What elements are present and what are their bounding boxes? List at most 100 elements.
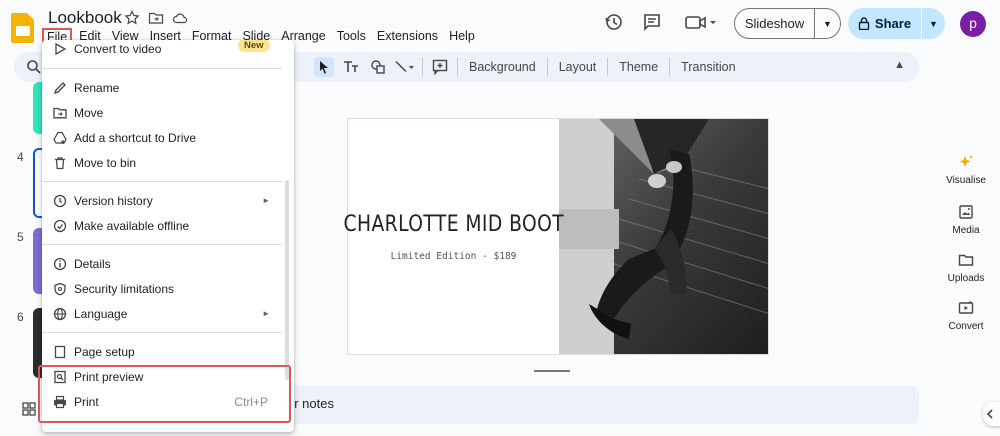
collapse-toolbar-icon[interactable]: ▲ (894, 59, 905, 71)
page-icon (52, 344, 68, 360)
menu-item-move[interactable]: Move (42, 100, 282, 125)
slide-number: 5 (17, 230, 24, 244)
menu-help[interactable]: Help (445, 28, 479, 46)
submenu-arrow-icon: ► (262, 309, 270, 318)
convert-video-icon (958, 300, 974, 314)
menu-item-label: Version history (74, 193, 153, 208)
slide-heading[interactable]: CHARLOTTE MID BOOT (343, 212, 564, 237)
menu-item-label: Details (74, 256, 111, 271)
menu-divider (42, 181, 282, 182)
menu-divider (42, 244, 282, 245)
uploads-button[interactable]: Uploads (932, 252, 1000, 284)
menu-item-details[interactable]: Details (42, 251, 282, 276)
account-avatar[interactable]: p (960, 11, 986, 37)
search-menus-icon[interactable] (26, 59, 42, 75)
menu-divider (42, 332, 282, 333)
select-tool[interactable] (314, 57, 334, 77)
menu-item-label: Page setup (74, 344, 135, 359)
cloud-status-icon[interactable] (172, 10, 188, 26)
insert-comment-tool[interactable] (430, 57, 450, 77)
side-panel-toggle[interactable] (983, 402, 1000, 426)
offline-icon (52, 218, 68, 234)
title-icons (124, 10, 188, 26)
slide-number: 6 (17, 310, 24, 324)
visualise-button[interactable]: Visualise (932, 154, 1000, 186)
document-title[interactable]: Lookbook (48, 8, 122, 28)
menu-item-make-offline[interactable]: Make available offline (42, 213, 282, 238)
grid-view-icon[interactable] (22, 402, 36, 416)
boot-photo[interactable] (559, 119, 768, 354)
media-button[interactable]: Media (932, 204, 1000, 236)
slideshow-dropdown-icon[interactable]: ▼ (815, 19, 840, 29)
menu-item-move-to-bin[interactable]: Move to bin (42, 150, 282, 175)
share-main[interactable]: Share (848, 8, 922, 39)
menu-item-label: Move to bin (74, 155, 137, 170)
menu-scrollbar[interactable] (285, 180, 289, 380)
convert-label: Convert (948, 321, 984, 332)
shape-tool[interactable] (368, 57, 388, 77)
trash-icon (52, 155, 68, 171)
submenu-arrow-icon: ► (262, 196, 270, 205)
menu-item-page-setup[interactable]: Page setup (42, 339, 282, 364)
line-tool[interactable] (395, 57, 415, 77)
menu-item-rename[interactable]: Rename (42, 75, 282, 100)
history-icon (52, 193, 68, 209)
slideshow-button[interactable]: Slideshow ▼ (734, 8, 841, 39)
slide-number: 4 (17, 150, 24, 164)
menu-item-label: Move (74, 105, 104, 120)
slides-logo-icon[interactable] (10, 11, 36, 45)
menu-item-label: Convert to video (74, 41, 162, 56)
star-icon[interactable] (124, 10, 140, 26)
pencil-icon (52, 80, 68, 96)
slide-text-panel: CHARLOTTE MID BOOT Limited Edition - $18… (343, 119, 563, 354)
menu-item-convert-to-video[interactable]: Convert to video New (42, 40, 282, 61)
menu-tools[interactable]: Tools (333, 28, 370, 46)
menu-extensions[interactable]: Extensions (373, 28, 442, 46)
drive-shortcut-icon (52, 130, 68, 146)
history-icon[interactable] (604, 12, 624, 32)
move-folder-icon[interactable] (148, 10, 164, 26)
current-slide[interactable]: CHARLOTTE MID BOOT Limited Edition - $18… (343, 118, 769, 355)
menu-item-label: Make available offline (74, 218, 190, 233)
menu-item-label: Security limitations (74, 281, 175, 296)
slide-filmstrip: 4 5 6 (0, 82, 53, 382)
background-button[interactable]: Background (465, 60, 540, 74)
slideshow-label[interactable]: Slideshow (735, 9, 815, 38)
slide-subheading[interactable]: Limited Edition - $189 (391, 251, 517, 262)
info-icon (52, 256, 68, 272)
toolbar-divider (457, 58, 458, 76)
toolbar-divider (607, 58, 609, 76)
comments-icon[interactable] (642, 12, 662, 32)
transition-button[interactable]: Transition (677, 60, 739, 74)
menu-item-security-limitations[interactable]: Security limitations (42, 276, 282, 301)
layout-button[interactable]: Layout (555, 60, 601, 74)
speaker-notes-area[interactable] (292, 386, 919, 424)
menu-item-language[interactable]: Language ► (42, 301, 282, 326)
visualise-label: Visualise (946, 175, 986, 186)
menu-item-version-history[interactable]: Version history ► (42, 188, 282, 213)
media-label: Media (952, 225, 980, 236)
share-label: Share (874, 16, 912, 31)
text-box-icon (344, 61, 358, 72)
share-button[interactable]: Share ▼ (848, 8, 945, 39)
folder-icon (958, 254, 974, 266)
lock-icon (858, 17, 870, 30)
toolbar-divider (546, 58, 548, 76)
canvas-resize-handle[interactable] (534, 370, 570, 372)
meet-video-icon[interactable] (684, 12, 718, 32)
text-box-tool[interactable] (341, 57, 361, 77)
menu-item-add-shortcut[interactable]: Add a shortcut to Drive (42, 125, 282, 150)
new-badge: New (238, 40, 270, 52)
toolbar-divider (669, 58, 671, 76)
speaker-notes-placeholder[interactable]: er notes (287, 396, 334, 411)
boot-photo-image (559, 119, 768, 354)
uploads-label: Uploads (947, 273, 985, 284)
play-outline-icon (52, 41, 68, 57)
line-icon (395, 61, 415, 73)
share-dropdown-icon[interactable]: ▼ (922, 19, 945, 29)
convert-button[interactable]: Convert (932, 300, 1000, 332)
theme-button[interactable]: Theme (615, 60, 662, 74)
media-icon (959, 205, 973, 219)
menu-item-label: Rename (74, 80, 120, 95)
chevron-left-icon (986, 409, 993, 419)
